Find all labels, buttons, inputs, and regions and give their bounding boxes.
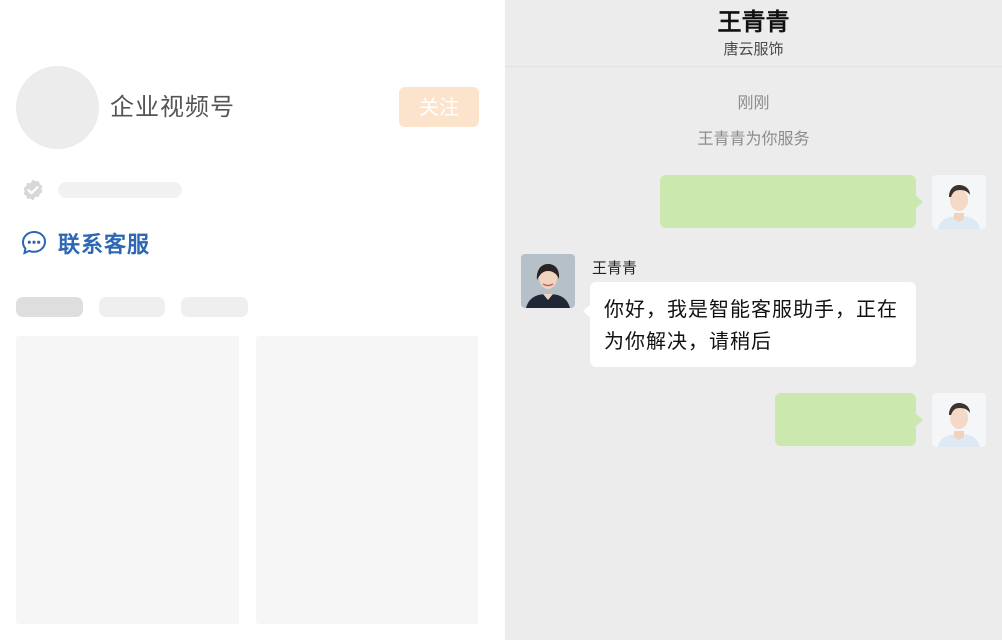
follow-button[interactable]: 关注 [399, 87, 479, 127]
verification-text-placeholder [58, 182, 182, 198]
channel-avatar [16, 66, 99, 149]
video-card-placeholder[interactable] [16, 336, 239, 624]
tab-placeholder[interactable] [99, 297, 165, 317]
agent-avatar[interactable] [521, 254, 575, 308]
outgoing-message-bubble[interactable] [775, 393, 923, 446]
system-notice: 王青青为你服务 [697, 129, 810, 148]
outgoing-message-bubble[interactable] [660, 175, 923, 228]
chat-title: 王青青 [717, 8, 790, 36]
message-sender-name: 王青青 [592, 259, 638, 277]
incoming-message-bubble[interactable]: 你好，我是智能客服助手，正在为你解决，请稍后 [583, 282, 916, 367]
chat-subtitle: 唐云服饰 [723, 40, 784, 58]
video-card-placeholder[interactable] [256, 336, 478, 624]
chat-panel: 王青青 唐云服饰 刚刚 王青青为你服务 王青青 你好，我是智能客服助手，正在为你… [505, 0, 1002, 640]
verified-badge-icon [23, 179, 43, 201]
message-timestamp: 刚刚 [737, 93, 770, 112]
chat-header: 王青青 唐云服饰 [505, 0, 1002, 67]
channel-profile-panel: 企业视频号 关注 联系客服 [0, 0, 505, 640]
contact-service-label: 联系客服 [58, 233, 151, 258]
contact-service-link[interactable]: 联系客服 [20, 226, 150, 260]
tab-placeholder-active[interactable] [16, 297, 83, 317]
user-avatar[interactable] [932, 175, 986, 229]
chat-bubble-icon [21, 230, 47, 255]
tab-placeholder[interactable] [181, 297, 248, 317]
user-avatar[interactable] [932, 393, 986, 447]
channel-name: 企业视频号 [110, 93, 235, 121]
